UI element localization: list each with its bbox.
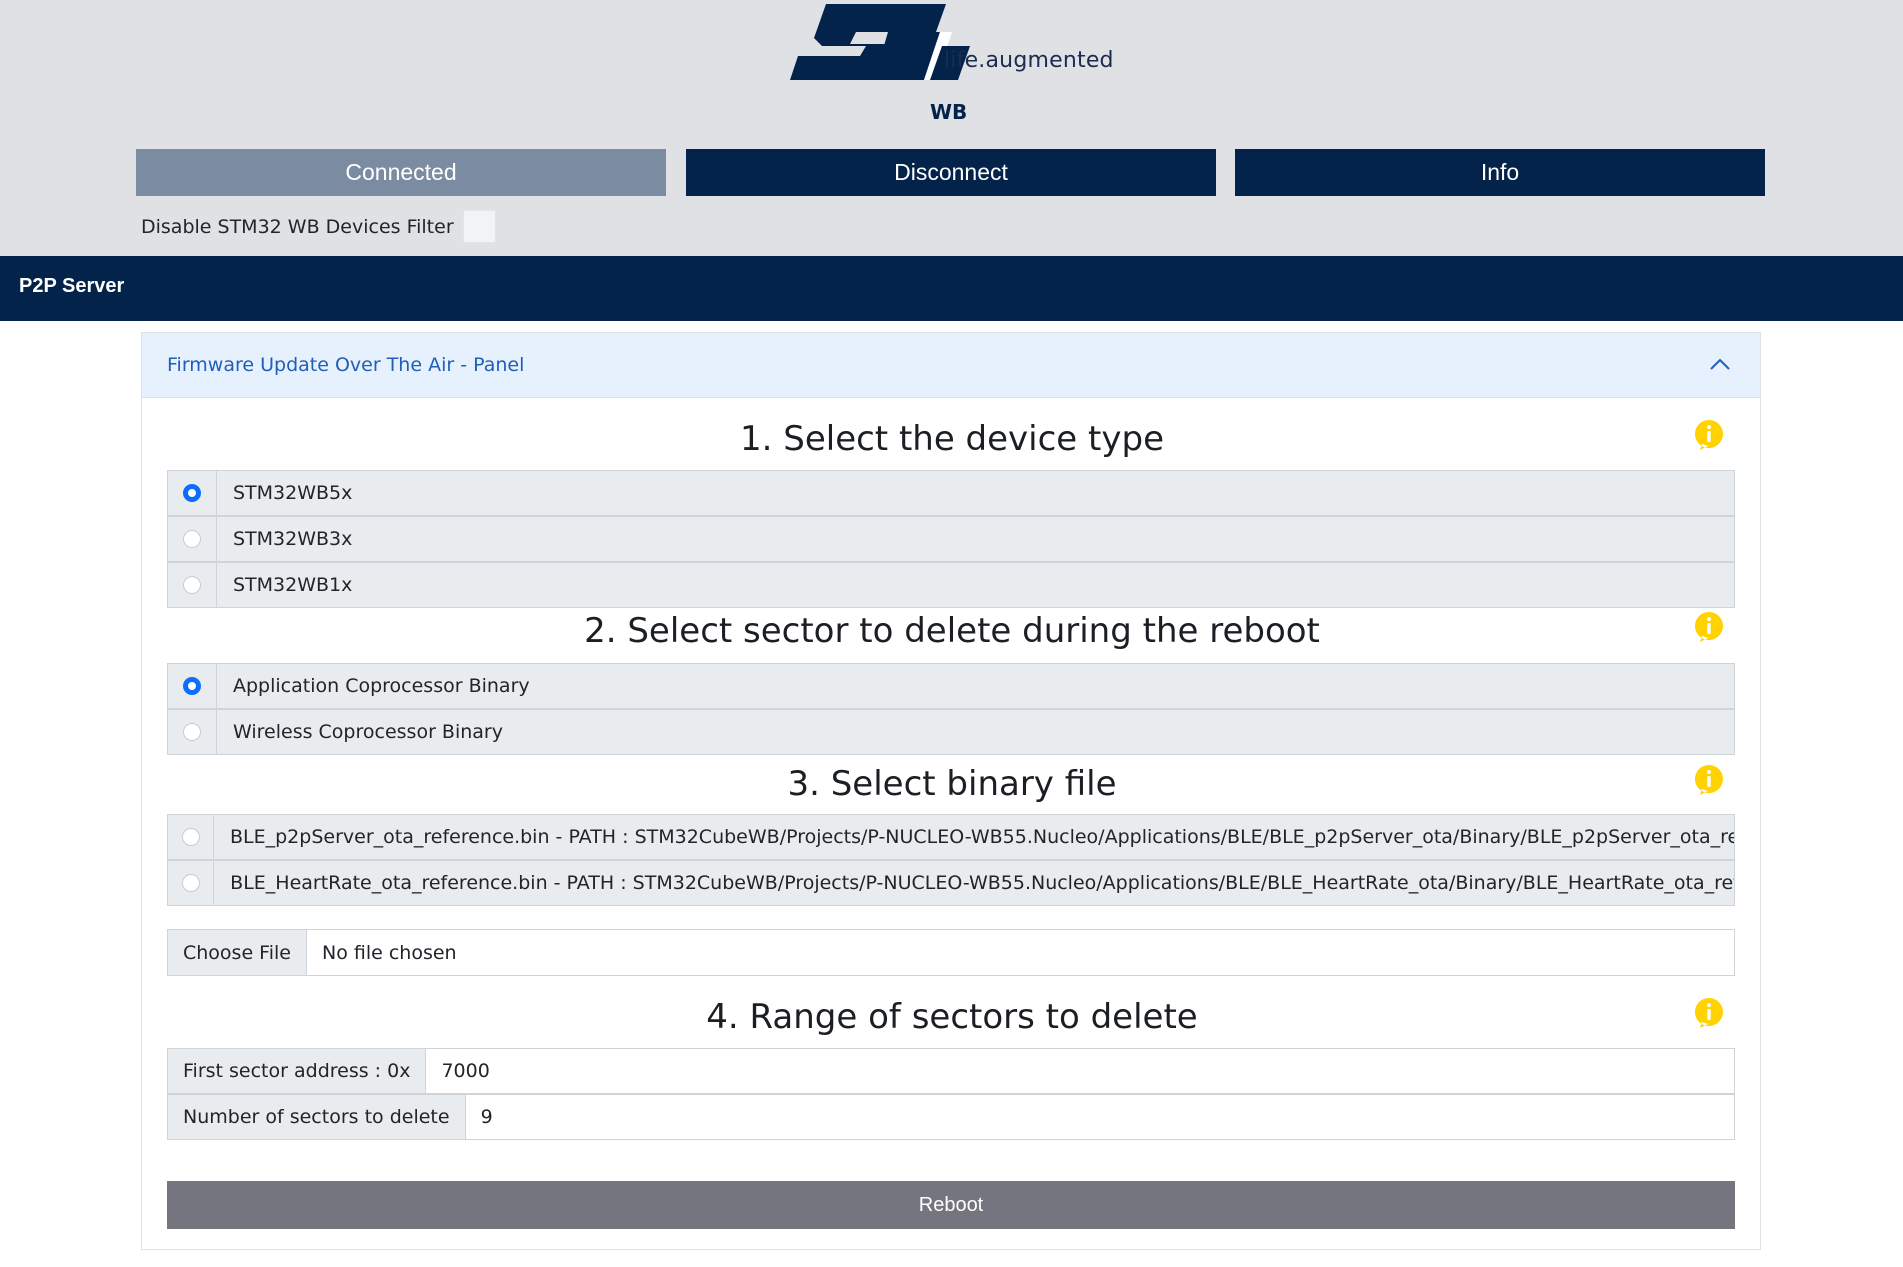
sector-count-label: Number of sectors to delete [168, 1095, 466, 1139]
disconnect-button[interactable]: Disconnect [686, 149, 1216, 196]
choose-file-button[interactable]: Choose File [168, 930, 307, 975]
connected-button[interactable]: Connected [136, 149, 666, 196]
device-filter: Disable STM32 WB Devices Filter [141, 210, 496, 243]
fuota-panel: Firmware Update Over The Air - Panel 1. … [141, 332, 1761, 1250]
first-sector-label: First sector address : 0x [168, 1049, 427, 1093]
info-button[interactable]: Info [1235, 149, 1765, 196]
radio-button[interactable] [181, 828, 200, 846]
navbar: P2P Server [0, 256, 1903, 321]
info-icon[interactable] [1694, 764, 1724, 796]
section-title-device-type: 1. Select the device type [740, 419, 1164, 459]
radio-label: BLE_HeartRate_ota_reference.bin - PATH :… [230, 872, 1734, 894]
panel-title: Firmware Update Over The Air - Panel [167, 354, 525, 376]
sector-count-field[interactable]: Number of sectors to delete 9 [167, 1094, 1735, 1140]
filter-checkbox[interactable] [462, 210, 496, 243]
first-sector-field[interactable]: First sector address : 0x 7000 [167, 1048, 1735, 1094]
file-input[interactable]: Choose File No file chosen [167, 929, 1735, 976]
section-title-range: 4. Range of sectors to delete [706, 997, 1198, 1037]
first-sector-input[interactable]: 7000 [426, 1060, 489, 1082]
navbar-title[interactable]: P2P Server [19, 275, 124, 298]
sector-option-application[interactable]: Application Coprocessor Binary [167, 663, 1735, 709]
device-option-stm32wb3x[interactable]: STM32WB3x [167, 516, 1735, 562]
radio-label: STM32WB1x [233, 574, 353, 596]
radio-button[interactable] [183, 677, 201, 695]
section-title-sector: 2. Select sector to delete during the re… [584, 611, 1320, 651]
logo-tagline: life.augmented [944, 48, 1114, 73]
radio-label: STM32WB5x [233, 482, 353, 504]
binary-option-heartrate[interactable]: BLE_HeartRate_ota_reference.bin - PATH :… [167, 860, 1735, 906]
info-icon[interactable] [1694, 997, 1724, 1029]
reboot-button[interactable]: Reboot [167, 1181, 1735, 1229]
section-title-binary: 3. Select binary file [787, 764, 1117, 804]
header-area: life.augmented WB Connected Disconnect I… [0, 0, 1903, 256]
product-label: WB [930, 100, 968, 124]
radio-button[interactable] [183, 723, 201, 741]
radio-label: Application Coprocessor Binary [233, 675, 530, 697]
file-status: No file chosen [321, 941, 457, 964]
sector-option-wireless[interactable]: Wireless Coprocessor Binary [167, 709, 1735, 755]
filter-label: Disable STM32 WB Devices Filter [141, 215, 454, 238]
radio-button[interactable] [183, 530, 201, 548]
sector-count-input[interactable]: 9 [466, 1106, 493, 1128]
binary-option-p2pserver[interactable]: BLE_p2pServer_ota_reference.bin - PATH :… [167, 814, 1735, 860]
radio-label: Wireless Coprocessor Binary [233, 721, 503, 743]
chevron-up-icon[interactable] [1708, 353, 1732, 377]
radio-label: BLE_p2pServer_ota_reference.bin - PATH :… [230, 826, 1734, 848]
radio-button[interactable] [183, 484, 201, 502]
info-icon[interactable] [1694, 419, 1724, 451]
st-logo-icon [790, 4, 970, 80]
panel-header[interactable]: Firmware Update Over The Air - Panel [142, 333, 1760, 398]
info-icon[interactable] [1694, 611, 1724, 643]
radio-button[interactable] [183, 576, 201, 594]
device-option-stm32wb5x[interactable]: STM32WB5x [167, 470, 1735, 516]
radio-button[interactable] [181, 874, 200, 892]
device-option-stm32wb1x[interactable]: STM32WB1x [167, 562, 1735, 608]
radio-label: STM32WB3x [233, 528, 353, 550]
